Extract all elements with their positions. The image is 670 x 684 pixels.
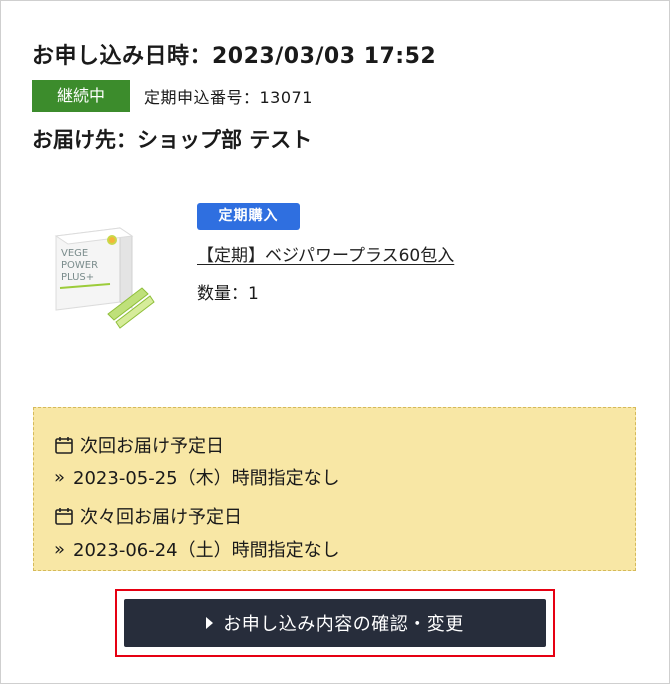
vege-power-plus-box-image: VEGE POWER PLUS+ <box>54 227 155 329</box>
after-next-delivery-label: 次々回お届け予定日 <box>80 507 242 528</box>
product-name-link[interactable]: 【定期】ベジパワープラス60包入 <box>197 241 454 266</box>
confirm-change-label: お申し込み内容の確認・変更 <box>223 614 464 635</box>
confirm-change-button[interactable]: お申し込み内容の確認・変更 <box>124 599 546 647</box>
status-row: 継続中 定期申込番号：13071 <box>32 80 313 112</box>
svg-text:PLUS+: PLUS+ <box>61 272 94 283</box>
after-next-delivery-label-row: 次々回お届け予定日 <box>54 503 242 529</box>
raquo-marker: » <box>54 538 66 560</box>
product-quantity: 数量：1 <box>197 284 259 304</box>
next-delivery-date-row: » 2023-05-25（木）時間指定なし <box>54 464 340 490</box>
after-next-delivery-date: 2023-06-24（土）時間指定なし <box>73 540 340 561</box>
calendar-icon <box>55 508 73 525</box>
next-delivery-date: 2023-05-25（木）時間指定なし <box>73 468 340 489</box>
order-date: お申し込み日時：2023/03/03 17:52 <box>32 44 437 69</box>
calendar-icon <box>55 437 73 454</box>
subscription-number: 定期申込番号：13071 <box>144 88 313 107</box>
next-delivery-label: 次回お届け予定日 <box>80 436 224 457</box>
status-badge: 継続中 <box>32 80 130 112</box>
caret-right-icon <box>206 617 214 629</box>
delivery-recipient: お届け先：ショップ部 テスト <box>32 128 313 152</box>
after-next-delivery-date-row: » 2023-06-24（土）時間指定なし <box>54 536 340 562</box>
product-image[interactable]: VEGE POWER PLUS+ <box>50 218 160 330</box>
delivery-schedule: 次回お届け予定日 » 2023-05-25（木）時間指定なし 次々回お届け予定日… <box>33 407 636 571</box>
subscription-type-badge: 定期購入 <box>197 203 300 230</box>
next-delivery-label-row: 次回お届け予定日 <box>54 432 224 458</box>
svg-text:VEGE: VEGE <box>61 248 88 259</box>
svg-text:POWER: POWER <box>61 260 98 271</box>
raquo-marker: » <box>54 466 66 488</box>
